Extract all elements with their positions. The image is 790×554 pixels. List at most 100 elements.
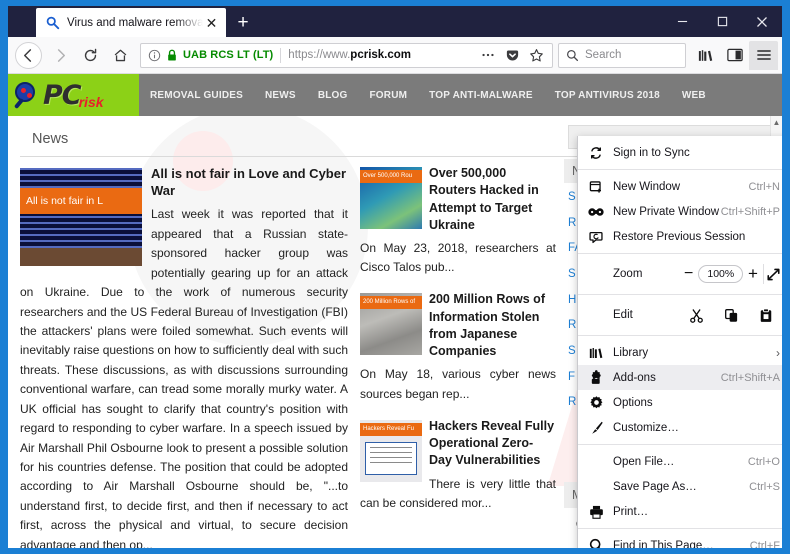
article-thumbnail-caption: Over 500,000 Rou — [360, 170, 422, 183]
close-button[interactable] — [742, 6, 782, 37]
article-thumbnail[interactable]: All is not fair in L — [20, 168, 142, 266]
menu-item-customize[interactable]: Customize… — [578, 415, 782, 440]
bookmark-star-icon[interactable] — [524, 43, 548, 67]
zoom-out-button[interactable]: − — [679, 261, 698, 287]
zoom-level[interactable]: 100% — [698, 261, 743, 287]
gear-icon — [586, 395, 606, 410]
search-icon — [586, 538, 606, 548]
site-nav-item[interactable]: BLOG — [307, 90, 359, 101]
site-logo[interactable]: PC risk — [8, 74, 139, 116]
back-button[interactable] — [15, 42, 42, 69]
url-text: https://www.pcrisk.com — [288, 49, 411, 61]
site-nav-item[interactable]: FORUM — [359, 90, 419, 101]
news-side-column: Over 500,000 Rou Over 500,000 Routers Ha… — [360, 165, 556, 548]
restore-session-icon — [586, 230, 606, 244]
article-thumbnail[interactable]: Over 500,000 Rou — [360, 167, 422, 229]
menu-zoom-row: Zoom − 100% + — [578, 258, 782, 290]
address-bar-actions — [476, 43, 548, 67]
search-bar[interactable]: Search — [558, 43, 686, 68]
new-tab-button[interactable]: + — [226, 8, 260, 37]
menu-item-library[interactable]: Library › — [578, 340, 782, 365]
minimize-button[interactable] — [662, 6, 702, 37]
site-header: PC risk REMOVAL GUIDES NEWS BLOG FORUM T… — [8, 74, 782, 116]
page-actions-icon[interactable] — [476, 43, 500, 67]
addons-icon — [586, 370, 606, 385]
site-nav-item[interactable]: REMOVAL GUIDES — [139, 90, 254, 101]
logo-pc-text: PC — [43, 80, 81, 111]
copy-icon[interactable] — [714, 302, 749, 328]
article-card: Hackers Reveal Fu Hackers Reveal Fully O… — [360, 418, 556, 513]
navigation-toolbar: UAB RCS LT (LT) https://www.pcrisk.com — [8, 37, 782, 74]
app-menu-panel: Sign in to Sync New Window Ctrl+N — [577, 136, 782, 548]
page-viewport: PC risk REMOVAL GUIDES NEWS BLOG FORUM T… — [8, 74, 782, 548]
menu-item-open-file[interactable]: Open File… Ctrl+O — [578, 449, 782, 474]
lock-icon — [166, 49, 178, 62]
menu-item-shortcut: Ctrl+S — [749, 481, 780, 493]
article-thumbnail[interactable]: 200 Million Rows of — [360, 293, 422, 355]
tab-strip: Virus and malware removal ins ✕ + — [8, 6, 260, 37]
menu-item-sign-in-to-sync[interactable]: Sign in to Sync — [578, 140, 782, 165]
zoom-label: Zoom — [586, 268, 679, 280]
browser-tab[interactable]: Virus and malware removal ins ✕ — [36, 8, 226, 37]
menu-item-restore-previous-session[interactable]: Restore Previous Session — [578, 224, 782, 249]
cut-icon[interactable] — [679, 302, 714, 328]
paste-icon[interactable] — [748, 302, 782, 328]
menu-item-label: Add-ons — [613, 372, 721, 384]
menu-item-save-page-as[interactable]: Save Page As… Ctrl+S — [578, 474, 782, 499]
menu-item-label: New Window — [613, 181, 749, 193]
site-nav-item[interactable]: TOP ANTI-MALWARE — [418, 90, 544, 101]
brush-icon — [586, 420, 606, 435]
pocket-icon[interactable] — [500, 43, 524, 67]
menu-item-shortcut: Ctrl+Shift+P — [721, 206, 780, 218]
menu-item-options[interactable]: Options — [578, 390, 782, 415]
menu-item-find-in-this-page[interactable]: Find in This Page… Ctrl+F — [578, 533, 782, 548]
screen: Virus and malware removal ins ✕ + — [0, 0, 790, 554]
menu-item-label: Customize… — [613, 422, 780, 434]
site-nav-item[interactable]: NEWS — [254, 90, 307, 101]
menu-item-shortcut: Ctrl+F — [750, 540, 780, 549]
scroll-up-icon[interactable]: ▲ — [771, 116, 782, 128]
browser-window: Virus and malware removal ins ✕ + — [8, 6, 782, 548]
title-bar: Virus and malware removal ins ✕ + — [8, 6, 782, 37]
home-button[interactable] — [105, 40, 135, 70]
app-menu-button[interactable] — [749, 41, 778, 70]
close-icon[interactable]: ✕ — [203, 14, 220, 31]
search-input[interactable]: Search — [585, 49, 621, 61]
menu-item-label: Print… — [613, 506, 780, 518]
menu-edit-row: Edit — [578, 299, 782, 331]
menu-item-new-window[interactable]: New Window Ctrl+N — [578, 174, 782, 199]
new-window-icon — [586, 180, 606, 194]
menu-item-label: Sign in to Sync — [613, 147, 780, 159]
menu-item-add-ons[interactable]: Add-ons Ctrl+Shift+A — [578, 365, 782, 390]
menu-item-label: Options — [613, 397, 780, 409]
site-nav-item[interactable]: WEB — [671, 90, 717, 101]
article-thumbnail-caption: All is not fair in L — [20, 188, 142, 214]
article-thumbnail[interactable]: Hackers Reveal Fu — [360, 420, 422, 482]
identity-box[interactable]: UAB RCS LT (LT) — [145, 49, 278, 62]
menu-item-print[interactable]: Print… — [578, 499, 782, 524]
menu-item-new-private-window[interactable]: New Private Window Ctrl+Shift+P — [578, 199, 782, 224]
sidebar-icon[interactable] — [720, 41, 749, 70]
reload-button[interactable] — [75, 40, 105, 70]
identity-organization: UAB RCS LT (LT) — [183, 49, 273, 61]
sync-icon — [586, 146, 606, 160]
maximize-button[interactable] — [702, 6, 742, 37]
article-card: Over 500,000 Rou Over 500,000 Routers Ha… — [360, 165, 556, 277]
magnifier-favicon — [45, 15, 60, 30]
menu-item-shortcut: Ctrl+O — [748, 456, 780, 468]
article-excerpt: On May 23, 2018, researchers at Cisco Ta… — [360, 239, 556, 277]
library-icon — [586, 346, 606, 360]
menu-item-label: Save Page As… — [613, 481, 749, 493]
menu-item-shortcut: Ctrl+N — [749, 181, 780, 193]
zoom-in-button[interactable]: + — [743, 261, 762, 287]
menu-item-label: Restore Previous Session — [613, 231, 780, 243]
address-bar[interactable]: UAB RCS LT (LT) https://www.pcrisk.com — [140, 43, 553, 68]
library-icon[interactable] — [691, 41, 720, 70]
article-card: 200 Million Rows of 200 Million Rows of … — [360, 291, 556, 403]
fullscreen-button[interactable] — [764, 261, 782, 287]
identity-separator — [280, 48, 281, 63]
site-nav-item[interactable]: TOP ANTIVIRUS 2018 — [544, 90, 671, 101]
menu-separator — [578, 335, 782, 336]
article-thumbnail-caption: 200 Million Rows of — [360, 296, 422, 309]
toolbar-end-buttons — [691, 41, 778, 70]
